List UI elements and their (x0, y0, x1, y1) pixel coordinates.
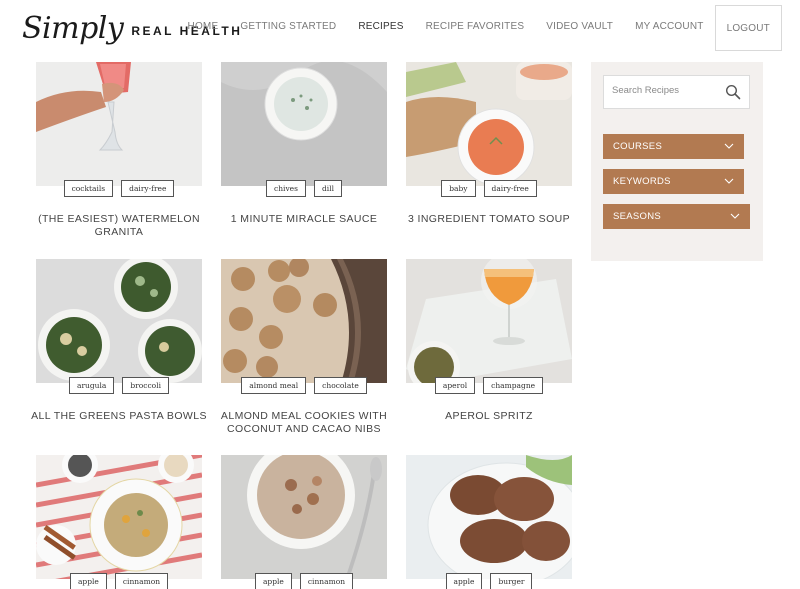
recipe-tag[interactable]: apple (445, 573, 483, 589)
recipe-tag[interactable]: cocktails (63, 180, 114, 197)
recipe-card[interactable]: arugula broccoli ALL THE GREENS PASTA BO… (31, 259, 206, 422)
recipe-image[interactable] (36, 455, 202, 579)
chevron-down-icon (724, 176, 734, 186)
nav-home[interactable]: HOME (177, 21, 230, 32)
recipe-image[interactable] (36, 259, 202, 383)
recipe-tag[interactable]: arugula (68, 377, 115, 394)
logo-script: Simply (22, 10, 124, 46)
filter-courses[interactable]: COURSES (603, 134, 744, 159)
recipe-card[interactable]: apple cinnamon (36, 455, 202, 589)
recipe-tags: aperol champagne (406, 377, 572, 394)
recipe-tag[interactable]: dairy-free (483, 180, 537, 197)
logout-button[interactable]: LOGOUT (714, 5, 782, 51)
recipe-card[interactable]: almond meal chocolate ALMOND MEAL COOKIE… (221, 259, 387, 435)
recipe-tag[interactable]: apple (69, 573, 107, 589)
search-input[interactable] (612, 85, 722, 96)
recipe-tags: cocktails dairy-free (36, 180, 202, 197)
recipe-tag[interactable]: dairy-free (121, 180, 175, 197)
filter-label: SEASONS (613, 211, 662, 222)
filter-label: COURSES (613, 141, 663, 152)
recipe-tags: baby dairy-free (406, 180, 572, 197)
recipe-tags: arugula broccoli (36, 377, 202, 394)
main-nav: HOME GETTING STARTED RECIPES RECIPE FAVO… (177, 0, 782, 52)
recipe-card[interactable]: cocktails dairy-free (THE EASIEST) WATER… (36, 62, 202, 238)
nav-recipes[interactable]: RECIPES (347, 21, 414, 32)
recipe-tags: apple cinnamon (36, 573, 202, 589)
nav-video-vault[interactable]: VIDEO VAULT (535, 21, 624, 32)
filter-seasons[interactable]: SEASONS (603, 204, 750, 229)
recipe-tag[interactable]: broccoli (122, 377, 169, 394)
recipe-filter-sidebar: COURSES KEYWORDS SEASONS (591, 62, 763, 261)
recipe-image[interactable] (36, 62, 202, 186)
chevron-down-icon (724, 141, 734, 151)
recipe-title[interactable]: 1 MINUTE MIRACLE SAUCE (213, 213, 395, 226)
recipe-tags: chives dill (221, 180, 387, 197)
recipe-title[interactable]: ALL THE GREENS PASTA BOWLS (28, 410, 210, 423)
recipe-tag[interactable]: apple (254, 573, 292, 589)
nav-recipe-favorites[interactable]: RECIPE FAVORITES (415, 21, 536, 32)
recipe-tag[interactable]: aperol (434, 377, 476, 394)
search-box (603, 75, 750, 109)
recipe-image[interactable] (221, 62, 387, 186)
recipe-tag[interactable]: cinnamon (299, 573, 354, 589)
recipe-card[interactable]: chives dill 1 MINUTE MIRACLE SAUCE (221, 62, 387, 225)
recipe-title[interactable]: 3 INGREDIENT TOMATO SOUP (398, 213, 580, 226)
filter-keywords[interactable]: KEYWORDS (603, 169, 744, 194)
recipe-card[interactable]: aperol champagne APEROL SPRITZ (406, 259, 572, 422)
recipe-tag[interactable]: champagne (483, 377, 544, 394)
recipe-title[interactable]: ALMOND MEAL COOKIES WITH COCONUT AND CAC… (213, 410, 395, 436)
recipe-image[interactable] (406, 259, 572, 383)
recipe-tag[interactable]: almond meal (241, 377, 307, 394)
site-header: Simply REAL HEALTH HOME GETTING STARTED … (0, 0, 800, 52)
recipe-image[interactable] (406, 455, 572, 579)
recipe-title[interactable]: APEROL SPRITZ (398, 410, 580, 423)
nav-my-account[interactable]: MY ACCOUNT (624, 21, 715, 32)
recipe-tags: apple cinnamon (221, 573, 387, 589)
recipe-tag[interactable]: chocolate (314, 377, 367, 394)
filter-label: KEYWORDS (613, 176, 671, 187)
recipe-tag[interactable]: baby (441, 180, 476, 197)
recipe-tags: almond meal chocolate (221, 377, 387, 394)
recipe-image[interactable] (221, 455, 387, 579)
recipe-tag[interactable]: dill (313, 180, 342, 197)
nav-getting-started[interactable]: GETTING STARTED (229, 21, 347, 32)
chevron-down-icon (730, 211, 740, 221)
recipe-image[interactable] (406, 62, 572, 186)
recipe-tag[interactable]: chives (266, 180, 306, 197)
recipe-tag[interactable]: cinnamon (114, 573, 169, 589)
search-icon[interactable] (725, 84, 741, 100)
recipe-card[interactable]: baby dairy-free 3 INGREDIENT TOMATO SOUP (406, 62, 572, 225)
recipe-card[interactable]: apple burger (406, 455, 572, 589)
recipe-tags: apple burger (406, 573, 572, 589)
recipe-image[interactable] (221, 259, 387, 383)
recipe-title[interactable]: (THE EASIEST) WATERMELON GRANITA (28, 213, 210, 239)
recipe-card[interactable]: apple cinnamon (221, 455, 387, 589)
recipe-tag[interactable]: burger (490, 573, 533, 589)
